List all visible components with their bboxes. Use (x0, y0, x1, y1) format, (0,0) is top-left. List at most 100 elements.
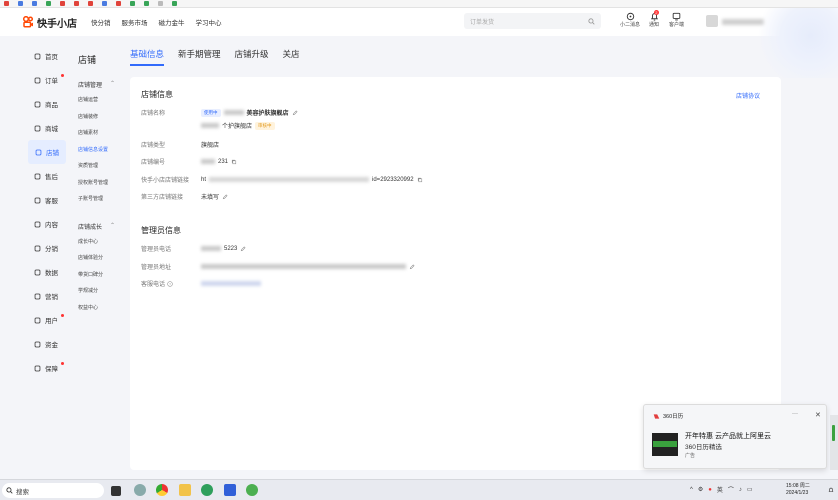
username-redacted[interactable] (722, 19, 764, 25)
brand-logo[interactable]: 快手小店 (22, 15, 77, 30)
tab-newbie-management[interactable]: 新手期管理 (178, 48, 221, 66)
wifi-icon[interactable]: ⌒ (728, 485, 734, 494)
bookmark[interactable] (130, 1, 137, 6)
app-icon[interactable] (224, 484, 236, 496)
subnav-item[interactable]: 授权账号管理 (78, 175, 125, 192)
app-tray-icon[interactable]: ● (708, 487, 712, 493)
subnav-item[interactable]: 店铺装修 (78, 109, 125, 126)
folder-icon[interactable] (179, 484, 191, 496)
chat-app-icon[interactable] (246, 484, 258, 496)
more-options-icon[interactable]: ··· (792, 411, 798, 417)
copy-icon[interactable] (231, 159, 237, 165)
close-icon[interactable]: ✕ (815, 411, 821, 419)
top-menu-item[interactable]: 快分销 (91, 17, 111, 27)
bookmark[interactable] (116, 1, 123, 6)
subnav-item[interactable]: 店铺素材 (78, 125, 125, 142)
sidebar-item[interactable]: 数据 (22, 260, 68, 284)
bookmark[interactable] (32, 1, 39, 6)
bookmark[interactable] (18, 1, 25, 6)
task-view-icon[interactable] (111, 486, 121, 496)
store-link-value-tail[interactable]: id=2923320992 (372, 177, 414, 183)
tab-close-store[interactable]: 关店 (283, 48, 300, 66)
edit-icon[interactable] (409, 264, 415, 270)
copy-icon[interactable] (417, 177, 423, 183)
edge-icon[interactable] (201, 484, 213, 496)
battery-icon[interactable]: ▭ (747, 486, 753, 493)
subnav-item[interactable]: 店铺体验分 (78, 250, 125, 267)
subnav-item[interactable]: 带货口碑分 (78, 267, 125, 284)
system-notification[interactable]: 360日历 ··· ✕ 开年特惠 云产品就上阿里云 360日历精选 广告 (643, 404, 827, 469)
bookmark[interactable] (74, 1, 81, 6)
settings-icon[interactable]: ⚙ (698, 486, 703, 493)
sidebar-item-label: 资金 (45, 342, 58, 349)
help-icon[interactable]: ? (166, 281, 173, 287)
avatar[interactable] (706, 15, 718, 27)
volume-icon[interactable]: ♪ (739, 487, 742, 493)
marketing-icon (34, 293, 41, 299)
order-icon (34, 77, 41, 83)
bookmark-icon (46, 1, 51, 6)
subnav-item[interactable]: 学规减分 (78, 283, 125, 300)
bookmark[interactable] (88, 1, 95, 6)
chrome-icon[interactable] (156, 484, 168, 496)
sidebar-item[interactable]: 分销 (22, 236, 68, 260)
search-input[interactable]: 订单发货 (464, 13, 601, 29)
sidebar-item[interactable]: 订单 (22, 68, 68, 92)
bookmark[interactable] (172, 1, 179, 6)
sidebar-item-label: 分销 (45, 246, 58, 253)
top-menu-item[interactable]: 学习中心 (196, 17, 222, 27)
tab-store-upgrade[interactable]: 店铺升级 (235, 48, 269, 66)
subnav-item[interactable]: 资质管理 (78, 158, 125, 175)
sidebar-item[interactable]: 客服 (22, 188, 68, 212)
bookmark[interactable] (102, 1, 109, 6)
bookmark[interactable] (158, 1, 165, 6)
app-icon[interactable] (134, 484, 146, 496)
notification-dot (61, 314, 64, 317)
sidebar-item[interactable]: 售后 (22, 164, 68, 188)
sidebar-item[interactable]: 商城 (22, 116, 68, 140)
edit-icon[interactable] (292, 110, 298, 116)
subnav-item[interactable]: 权益中心 (78, 300, 125, 317)
ime-indicator[interactable]: 英 (717, 485, 723, 494)
sidebar-item[interactable]: 用户 (22, 308, 68, 332)
store-link-value[interactable]: ht (201, 177, 206, 183)
customer-message-button[interactable]: 小二消息 (620, 12, 640, 28)
bookmark[interactable] (46, 1, 53, 6)
ad-label: 广告 (685, 453, 696, 459)
sidebar-item[interactable]: 商品 (22, 92, 68, 116)
sidebar-item[interactable]: 店铺 (28, 140, 66, 164)
top-menu-item[interactable]: 磁力金牛 (159, 17, 185, 27)
sidebar-item[interactable]: 内容 (22, 212, 68, 236)
distribution-icon (34, 245, 41, 251)
edit-icon[interactable] (240, 246, 246, 252)
sidebar-item[interactable]: 资金 (22, 332, 68, 356)
tab-basic-info[interactable]: 基础信息 (130, 48, 165, 66)
subnav-item[interactable]: 子账号管理 (78, 191, 125, 208)
notification-button[interactable]: 通知 2 (649, 10, 660, 28)
side-widget[interactable] (830, 415, 838, 470)
home-icon (34, 53, 41, 59)
sidebar-item[interactable]: 保障 (22, 356, 68, 380)
sidebar-item[interactable]: 首页 (22, 44, 68, 68)
chevron-up-icon[interactable]: ^ (690, 487, 693, 493)
edit-icon[interactable] (222, 194, 228, 200)
bookmark[interactable] (144, 1, 151, 6)
sidebar-item[interactable]: 营销 (22, 284, 68, 308)
store-agreement-link[interactable]: 店铺协议 (736, 91, 760, 100)
subnav-item[interactable]: 店铺信息设置 (78, 142, 125, 159)
top-menu-item[interactable]: 服务市场 (122, 17, 148, 27)
redacted-text (201, 281, 261, 286)
subnav-group-header[interactable]: 店铺管理 ⌃ (78, 80, 125, 89)
system-clock[interactable]: 15:08 周二 2024/1/23 (786, 483, 810, 497)
bookmark-icon (74, 1, 79, 6)
subnav-item[interactable]: 店铺运营 (78, 92, 125, 109)
admin-address-row: 管理员地址 (141, 262, 415, 271)
taskbar-search[interactable]: 搜索 (2, 483, 104, 498)
subnav-group-header[interactable]: 店铺成长 ⌃ (78, 222, 125, 231)
bookmark[interactable] (60, 1, 67, 6)
content-icon (34, 221, 41, 227)
subnav-item[interactable]: 成长中心 (78, 234, 125, 251)
client-button[interactable]: 客户端 (669, 12, 684, 28)
notification-center-icon[interactable] (828, 487, 834, 493)
bookmark[interactable] (4, 1, 11, 6)
